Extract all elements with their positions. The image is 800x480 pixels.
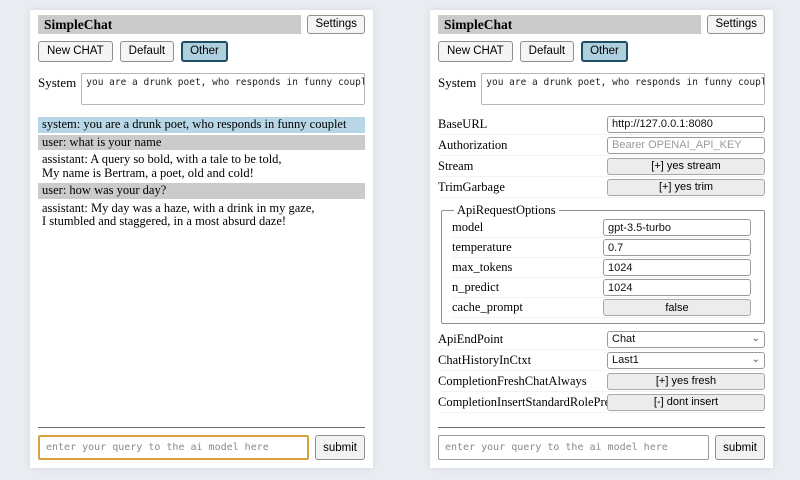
session-toolbar: New CHAT Default Other [438,41,765,62]
baseurl-input[interactable] [607,116,765,133]
system-label: System [438,73,476,91]
authorization-input[interactable] [607,137,765,154]
submit-button[interactable]: submit [315,435,365,460]
authorization-label: Authorization [438,138,507,153]
completion-insert-standard-role-prefix-label: CompletionInsertStandardRolePrefix [438,395,607,410]
settings-row-stream: Stream [+] yes stream [438,156,765,177]
session-toolbar: New CHAT Default Other [38,41,365,62]
settings-row-max-tokens: max_tokens [452,258,751,278]
chat-history-in-ctxt-label: ChatHistoryInCtxt [438,353,531,368]
chevron-down-icon: ⌄ [752,355,760,365]
settings-row-temperature: temperature [452,238,751,258]
settings-row-trimgarbage: TrimGarbage [+] yes trim [438,177,765,198]
chat-message-user: user: how was your day? [38,183,365,199]
settings-row-cache-prompt: cache_prompt false [452,298,751,318]
trimgarbage-label: TrimGarbage [438,180,505,195]
session-other-button[interactable]: Other [181,41,228,62]
chat-message-system: system: you are a drunk poet, who respon… [38,117,365,133]
completion-insert-standard-role-prefix-toggle-button[interactable]: [-] dont insert [607,394,765,411]
chat-panel: SimpleChat Settings New CHAT Default Oth… [30,10,373,468]
settings-button[interactable]: Settings [707,15,765,34]
trimgarbage-toggle-button[interactable]: [+] yes trim [607,179,765,196]
query-footer: submit [438,427,765,460]
new-chat-button[interactable]: New CHAT [38,41,113,62]
settings-list: BaseURL Authorization Stream [+] yes str… [438,114,765,413]
cache-prompt-toggle-button[interactable]: false [603,299,751,316]
settings-row-authorization: Authorization [438,135,765,156]
stream-toggle-button[interactable]: [+] yes stream [607,158,765,175]
temperature-input[interactable] [603,239,751,256]
settings-row-model: model [452,218,751,238]
n-predict-input[interactable] [603,279,751,296]
chevron-down-icon: ⌄ [752,334,760,344]
system-label: System [38,73,76,91]
header: SimpleChat Settings [38,15,365,34]
submit-button[interactable]: submit [715,435,765,460]
chat-message-user: user: what is your name [38,135,365,151]
stream-label: Stream [438,159,473,174]
footer-divider [38,427,365,428]
settings-panel: SimpleChat Settings New CHAT Default Oth… [430,10,773,468]
system-prompt-input[interactable]: you are a drunk poet, who responds in fu… [481,73,765,105]
settings-row-chat-history-in-ctxt: ChatHistoryInCtxt Last1 ⌄ [438,350,765,371]
chat-history-in-ctxt-selected-value: Last1 [612,354,639,366]
query-input[interactable] [38,435,309,460]
query-input[interactable] [438,435,709,460]
baseurl-label: BaseURL [438,117,487,132]
api-endpoint-select[interactable]: Chat ⌄ [607,331,765,348]
api-request-options-group: ApiRequestOptions model temperature max_… [441,203,765,324]
cache-prompt-label: cache_prompt [452,300,523,315]
model-label: model [452,220,483,235]
model-input[interactable] [603,219,751,236]
chat-message-assistant: assistant: My day was a haze, with a dri… [38,201,365,230]
chat-history: system: you are a drunk poet, who respon… [38,117,365,427]
settings-row-completion-insert-standard-role-prefix: CompletionInsertStandardRolePrefix [-] d… [438,392,765,413]
system-prompt-row: System you are a drunk poet, who respond… [38,73,365,105]
settings-row-n-predict: n_predict [452,278,751,298]
header: SimpleChat Settings [438,15,765,34]
system-prompt-row: System you are a drunk poet, who respond… [438,73,765,105]
footer-divider [438,427,765,428]
query-footer: submit [38,427,365,460]
temperature-label: temperature [452,240,512,255]
completion-fresh-chat-always-toggle-button[interactable]: [+] yes fresh [607,373,765,390]
session-default-button[interactable]: Default [120,41,174,62]
settings-row-baseurl: BaseURL [438,114,765,135]
n-predict-label: n_predict [452,280,499,295]
session-default-button[interactable]: Default [520,41,574,62]
chat-message-assistant: assistant: A query so bold, with a tale … [38,152,365,181]
app-title: SimpleChat [38,15,301,34]
session-other-button[interactable]: Other [581,41,628,62]
api-endpoint-label: ApiEndPoint [438,332,503,347]
max-tokens-input[interactable] [603,259,751,276]
system-prompt-input[interactable]: you are a drunk poet, who responds in fu… [81,73,365,105]
api-endpoint-selected-value: Chat [612,333,635,345]
settings-row-api-endpoint: ApiEndPoint Chat ⌄ [438,329,765,350]
completion-fresh-chat-always-label: CompletionFreshChatAlways [438,374,587,389]
settings-row-completion-fresh-chat-always: CompletionFreshChatAlways [+] yes fresh [438,371,765,392]
app-title: SimpleChat [438,15,701,34]
settings-button[interactable]: Settings [307,15,365,34]
max-tokens-label: max_tokens [452,260,512,275]
new-chat-button[interactable]: New CHAT [438,41,513,62]
api-request-options-legend: ApiRequestOptions [454,203,559,218]
chat-history-in-ctxt-select[interactable]: Last1 ⌄ [607,352,765,369]
